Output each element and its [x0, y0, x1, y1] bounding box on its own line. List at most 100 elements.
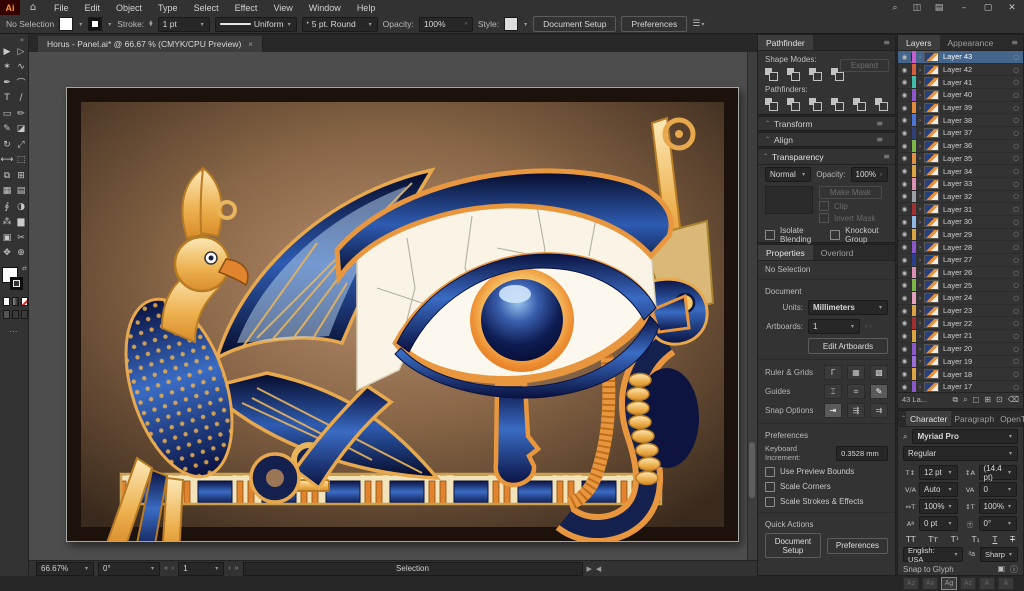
visibility-eye-icon[interactable]: ◉ [898, 345, 912, 353]
snap-to-pixel-icon[interactable]: ⇉ [870, 403, 888, 418]
edit-toolbar-icon[interactable]: ⋯ [0, 327, 28, 336]
first-artboard-icon[interactable]: « [164, 565, 168, 572]
mesh-tool[interactable]: ▦ [0, 184, 14, 200]
layer-row[interactable]: ◉›Layer 36○ [898, 140, 1023, 153]
stroke-dropdown-icon[interactable]: ▾ [107, 21, 112, 28]
visibility-eye-icon[interactable]: ◉ [898, 332, 912, 340]
visibility-eye-icon[interactable]: ◉ [898, 269, 912, 277]
expand-layer-icon[interactable]: › [916, 91, 924, 99]
eye-of-horus-artwork[interactable] [66, 87, 739, 542]
layer-row[interactable]: ◉›Layer 22○ [898, 317, 1023, 330]
units-select[interactable]: Millimeters▾ [808, 300, 888, 315]
layout-icon[interactable]: ◫ [906, 3, 928, 13]
expand-layer-icon[interactable]: › [916, 383, 924, 391]
menu-edit[interactable]: Edit [77, 3, 109, 13]
zoom-tool[interactable]: ⊕ [14, 246, 28, 262]
snap-glyph-icon-5[interactable]: A [998, 577, 1014, 590]
expand-layer-icon[interactable]: › [916, 307, 924, 315]
magic-wand-tool[interactable]: ✶ [0, 60, 14, 76]
tab-properties[interactable]: Properties [758, 245, 813, 260]
visibility-eye-icon[interactable]: ◉ [898, 243, 912, 251]
color-mode-button[interactable] [3, 297, 10, 306]
layer-row[interactable]: ◉›Layer 28○ [898, 241, 1023, 254]
pen-tool[interactable]: ✒ [0, 75, 14, 91]
gradient-tool[interactable]: ▤ [14, 184, 28, 200]
type-style-toggle-2[interactable]: T¹ [951, 535, 959, 544]
expand-layer-icon[interactable]: › [916, 116, 924, 124]
target-icon[interactable]: ○ [1009, 129, 1023, 137]
artboard-nav-field[interactable]: 1▾ [178, 562, 224, 576]
target-icon[interactable]: ○ [1009, 332, 1023, 340]
expand-layer-icon[interactable]: › [916, 281, 924, 289]
checkbox-use-preview-bounds[interactable]: Use Preview Bounds [758, 464, 895, 479]
layer-row[interactable]: ◉›Layer 39○ [898, 102, 1023, 115]
blend-tool[interactable]: ◑ [14, 199, 28, 215]
selection-tool[interactable]: ▶ [0, 44, 14, 60]
layer-row[interactable]: ◉›Layer 32○ [898, 191, 1023, 204]
target-icon[interactable]: ○ [1009, 307, 1023, 315]
visibility-eye-icon[interactable]: ◉ [898, 218, 912, 226]
rectangle-tool[interactable]: ▭ [0, 106, 14, 122]
leading-field[interactable]: (14.4 pt)▾ [979, 465, 1018, 480]
scale-tool[interactable]: ⤢ [14, 137, 28, 153]
shape-builder-tool[interactable]: ⧉ [0, 168, 14, 184]
target-icon[interactable]: ○ [1009, 319, 1023, 327]
divide-icon[interactable] [765, 98, 778, 109]
layer-row[interactable]: ◉›Layer 42○ [898, 64, 1023, 77]
draw-normal-button[interactable] [3, 310, 10, 319]
target-icon[interactable]: ○ [1009, 142, 1023, 150]
expand-layer-icon[interactable]: › [916, 357, 924, 365]
kerning-field[interactable]: Auto▾ [919, 482, 958, 497]
workspace-icon[interactable]: ▤ [928, 3, 950, 13]
style-dropdown-icon[interactable]: ▾ [523, 21, 528, 28]
visibility-eye-icon[interactable]: ◉ [898, 357, 912, 365]
type-style-toggle-5[interactable]: Ŧ [1010, 535, 1015, 544]
locate-object-icon[interactable]: ⌕ [963, 395, 967, 405]
direct-selection-tool[interactable]: ▷ [14, 44, 28, 60]
smart-guides-icon[interactable]: ✎ [870, 384, 888, 399]
layer-row[interactable]: ◉›Layer 34○ [898, 165, 1023, 178]
quick-document-setup-button[interactable]: Document Setup [765, 533, 821, 558]
unite-icon[interactable] [765, 68, 778, 79]
symbol-sprayer-tool[interactable]: ⁂ [0, 215, 14, 231]
checkbox-scale-strokes-effects[interactable]: Scale Strokes & Effects [758, 494, 895, 509]
expand-layer-icon[interactable]: › [916, 66, 924, 74]
baseline-shift-field[interactable]: 0 pt▾ [919, 516, 958, 531]
transparency-menu-icon[interactable]: ≡ [878, 149, 895, 164]
transform-menu-icon[interactable]: ≡ [871, 119, 888, 128]
tab-paragraph[interactable]: Paragraph [951, 411, 997, 426]
target-icon[interactable]: ○ [1009, 205, 1023, 213]
target-icon[interactable]: ○ [1009, 230, 1023, 238]
next-artboard-icon[interactable]: › [228, 565, 230, 572]
align-menu-icon[interactable]: ≡ [871, 135, 888, 144]
merge-icon[interactable] [809, 98, 822, 109]
eyedropper-tool[interactable]: ∮ [0, 199, 14, 215]
fill-dropdown-icon[interactable]: ▾ [78, 21, 83, 28]
stroke-stepper[interactable]: ▲▼ [149, 21, 152, 28]
expand-layer-icon[interactable]: › [916, 154, 924, 162]
expand-layer-icon[interactable]: › [916, 269, 924, 277]
target-icon[interactable]: ○ [1009, 116, 1023, 124]
expand-layer-icon[interactable]: › [916, 167, 924, 175]
layer-row[interactable]: ◉›Layer 24○ [898, 292, 1023, 305]
menu-type[interactable]: Type [150, 3, 186, 13]
layer-row[interactable]: ◉›Layer 29○ [898, 229, 1023, 242]
collapse-tools-icon[interactable]: » [0, 34, 28, 44]
layer-row[interactable]: ◉›Layer 21○ [898, 330, 1023, 343]
brush-field[interactable]: •5 pt. Round▾ [302, 17, 378, 32]
target-icon[interactable]: ○ [1009, 370, 1023, 378]
target-icon[interactable]: ○ [1009, 256, 1023, 264]
visibility-eye-icon[interactable]: ◉ [898, 154, 912, 162]
visibility-eye-icon[interactable]: ◉ [898, 53, 912, 61]
stroke-weight-field[interactable]: 1 pt▾ [158, 17, 210, 32]
menu-file[interactable]: File [46, 3, 77, 13]
target-icon[interactable]: ○ [1009, 53, 1023, 61]
edit-artboards-button[interactable]: Edit Artboards [808, 338, 888, 354]
stroke-color-swatch[interactable] [10, 277, 23, 290]
intersect-icon[interactable] [809, 68, 822, 79]
expand-layer-icon[interactable]: › [916, 180, 924, 188]
keyboard-increment-field[interactable]: 0.3528 mm [836, 446, 888, 461]
rotate-tool[interactable]: ↻ [0, 137, 14, 153]
minus-front-icon[interactable] [787, 68, 800, 79]
target-icon[interactable]: ○ [1009, 345, 1023, 353]
